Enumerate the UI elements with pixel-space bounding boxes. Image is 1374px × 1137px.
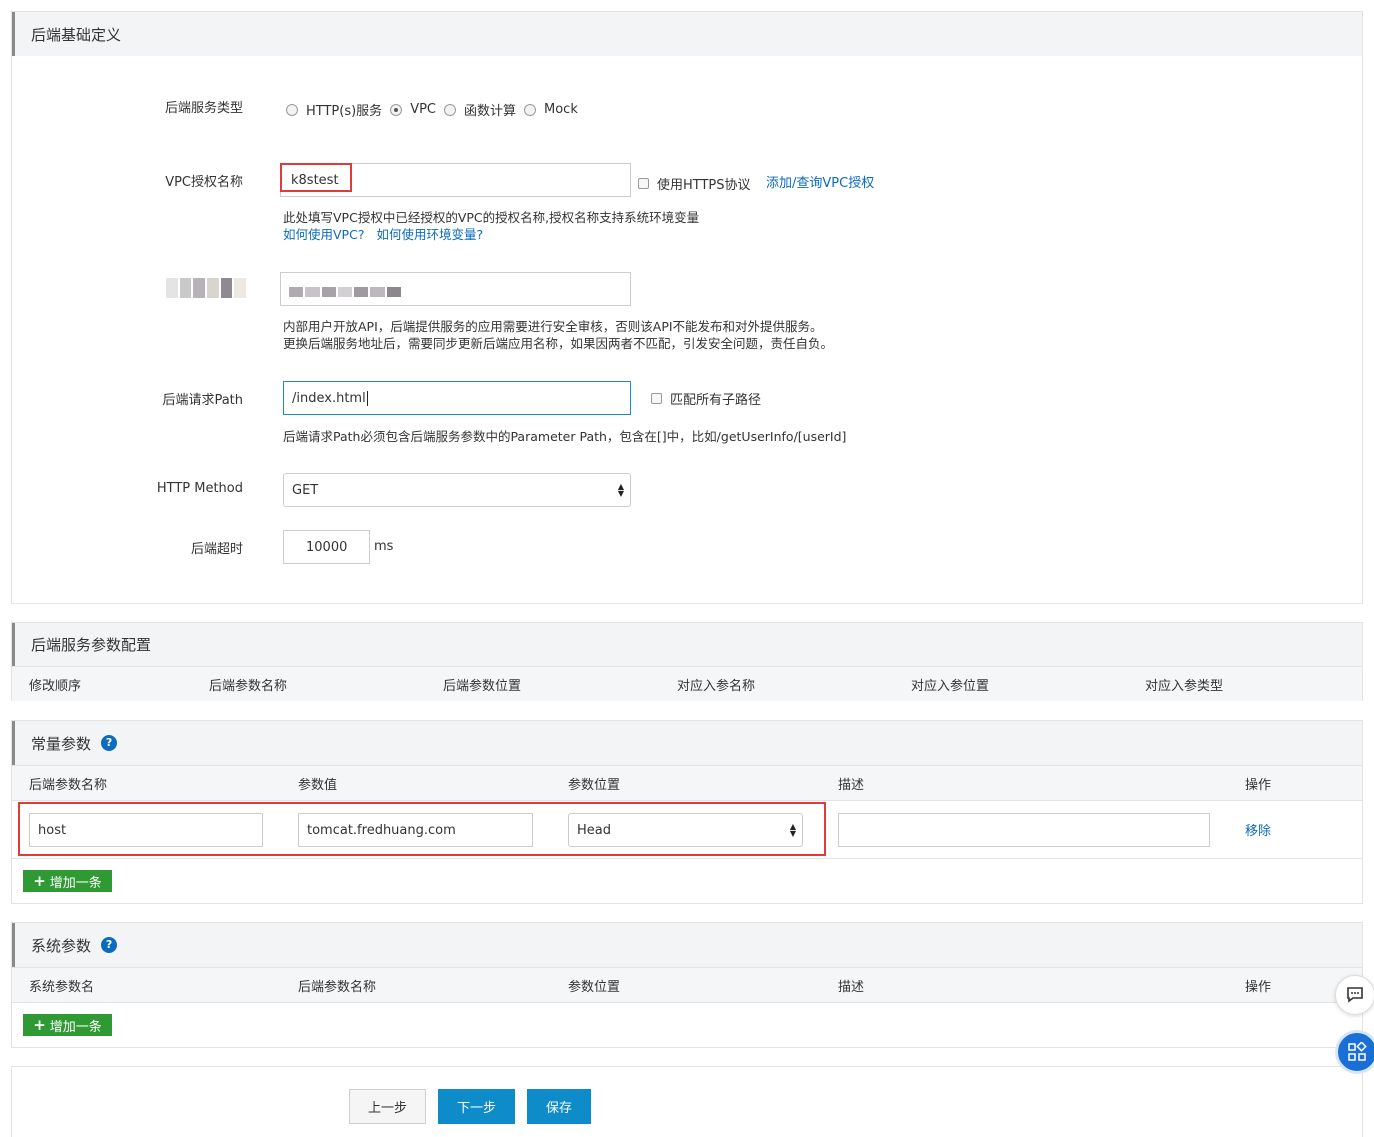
https-checkbox[interactable] — [638, 178, 649, 189]
const-col-description: 描述 — [838, 778, 865, 793]
timeout-unit: ms — [374, 539, 394, 554]
vpc-auth-link[interactable]: 添加/查询VPC授权 — [766, 172, 874, 191]
text-cursor — [366, 390, 368, 406]
chat-icon — [1347, 987, 1363, 1003]
blurred-app-value — [289, 287, 401, 297]
path-input[interactable]: /index.html — [283, 381, 631, 415]
const-col-action: 操作 — [1245, 778, 1272, 793]
vpc-help-link[interactable]: 如何使用VPC? — [283, 227, 364, 242]
blurred-label — [166, 278, 247, 298]
col-input-location: 对应入参位置 — [911, 679, 990, 694]
basic-definition-header: 后端基础定义 — [12, 12, 1362, 56]
app-name-input[interactable] — [280, 272, 631, 306]
system-params-header: 系统参数 ? — [12, 923, 1362, 967]
const-value-value: tomcat.fredhuang.com — [307, 822, 456, 838]
plus-icon: + — [33, 872, 46, 890]
timeout-input[interactable]: 10000 — [283, 530, 370, 564]
system-column-row — [12, 967, 1362, 1003]
timeout-value: 10000 — [306, 539, 348, 555]
select-arrows-icon: ▲ ▼ — [617, 482, 624, 498]
method-select[interactable]: GET ▲ ▼ — [283, 473, 631, 507]
col-backend-name: 后端参数名称 — [209, 679, 288, 694]
apps-button[interactable] — [1335, 1030, 1374, 1074]
path-label: 后端请求Path — [162, 393, 243, 408]
timeout-label: 后端超时 — [190, 542, 243, 557]
radio-vpc-label: VPC — [410, 102, 436, 117]
constants-header: 常量参数 ? — [12, 721, 1362, 765]
const-name-value: host — [38, 822, 67, 838]
const-col-name: 后端参数名称 — [29, 778, 108, 793]
vpc-auth-label: VPC授权名称 — [165, 175, 243, 190]
backend-params-header: 后端服务参数配置 — [12, 623, 1362, 666]
sys-col-description: 描述 — [838, 980, 865, 995]
const-description-input[interactable] — [838, 813, 1210, 847]
radio-vpc[interactable] — [390, 103, 403, 116]
const-name-input[interactable]: host — [29, 813, 263, 847]
help-icon[interactable]: ? — [101, 937, 118, 953]
radio-function[interactable] — [444, 103, 456, 116]
remove-link[interactable]: 移除 — [1245, 820, 1271, 839]
add-constant-button[interactable]: + 增加一条 — [23, 870, 112, 892]
radio-mock-label: Mock — [544, 102, 578, 117]
match-subpath-option[interactable]: 匹配所有子路径 — [651, 389, 761, 408]
radio-http-label: HTTP(s)服务 — [306, 104, 383, 119]
add-system-label: 增加一条 — [49, 1019, 102, 1035]
match-subpath-label: 匹配所有子路径 — [670, 393, 762, 408]
radio-http[interactable] — [286, 103, 298, 116]
help-icon[interactable]: ? — [101, 735, 118, 751]
col-input-name: 对应入参名称 — [677, 679, 756, 694]
select-arrows-icon: ▲ ▼ — [789, 822, 796, 838]
col-input-type: 对应入参类型 — [1145, 679, 1224, 694]
method-value: GET — [292, 482, 319, 498]
service-type-label: 后端服务类型 — [164, 101, 243, 116]
add-constant-label: 增加一条 — [49, 875, 102, 891]
next-step-button[interactable]: 下一步 — [438, 1089, 515, 1124]
const-value-input[interactable]: tomcat.fredhuang.com — [298, 813, 533, 847]
constants-column-row — [12, 765, 1362, 801]
match-subpath-checkbox[interactable] — [651, 393, 662, 404]
radio-function-label: 函数计算 — [464, 104, 517, 119]
constants-title: 常量参数 — [31, 734, 92, 753]
system-params-title: 系统参数 — [31, 936, 92, 955]
vpc-help-links: 如何使用VPC? 如何使用环境变量? — [283, 224, 483, 243]
footer-panel — [11, 1066, 1363, 1137]
method-label: HTTP Method — [156, 481, 243, 496]
const-col-location: 参数位置 — [568, 778, 621, 793]
app-warning: 更换后端服务地址后，需要同步更新后端应用名称，如果因两者不匹配，引发安全问题，责… — [283, 336, 834, 351]
const-col-value: 参数值 — [298, 778, 338, 793]
system-params-panel: 系统参数 ? — [11, 922, 1363, 1048]
env-help-link[interactable]: 如何使用环境变量? — [376, 227, 483, 242]
save-button[interactable]: 保存 — [527, 1089, 591, 1124]
plus-icon: + — [33, 1016, 46, 1034]
constants-row-divider — [12, 858, 1362, 859]
path-value: /index.html — [292, 390, 366, 406]
sys-col-backend-name: 后端参数名称 — [298, 980, 377, 995]
https-option[interactable]: 使用HTTPS协议 — [638, 174, 751, 193]
sys-col-action: 操作 — [1245, 980, 1272, 995]
col-backend-location: 后端参数位置 — [443, 679, 522, 694]
feedback-button[interactable] — [1335, 975, 1374, 1015]
backend-params-title: 后端服务参数配置 — [31, 636, 152, 654]
sys-col-name: 系统参数名 — [29, 980, 95, 995]
const-location-select[interactable]: Head ▲ ▼ — [568, 813, 803, 847]
vpc-input-highlight — [280, 163, 352, 192]
sys-col-location: 参数位置 — [568, 980, 621, 995]
col-order: 修改顺序 — [29, 679, 82, 694]
basic-definition-title: 后端基础定义 — [31, 25, 122, 44]
path-hint: 后端请求Path必须包含后端服务参数中的Parameter Path，包含在[]… — [283, 429, 847, 444]
radio-mock[interactable] — [524, 103, 537, 116]
service-type-radios: HTTP(s)服务 VPC 函数计算 Mock — [286, 100, 578, 119]
apps-grid-icon — [1348, 1042, 1367, 1061]
const-location-value: Head — [577, 822, 611, 838]
prev-step-button[interactable]: 上一步 — [349, 1089, 426, 1124]
https-label: 使用HTTPS协议 — [657, 178, 751, 193]
add-system-param-button[interactable]: + 增加一条 — [23, 1014, 112, 1036]
